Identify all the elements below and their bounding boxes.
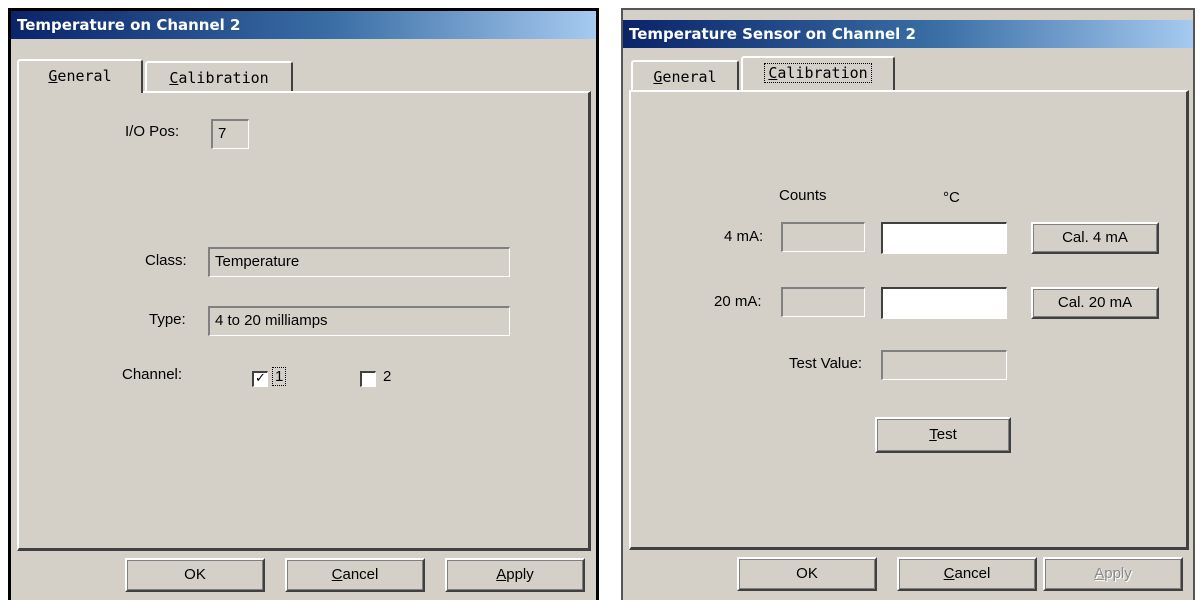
cal-20ma-button[interactable]: Cal. 20 mA: [1031, 287, 1159, 319]
test-button[interactable]: Test: [875, 417, 1011, 453]
channel-label: Channel:: [122, 366, 183, 383]
tab-calibration[interactable]: Calibration: [145, 61, 293, 91]
apply-button[interactable]: Apply: [445, 558, 585, 592]
20ma-counts-field: [781, 287, 865, 317]
channel-1-label: 1: [271, 367, 287, 386]
channel-1-checkbox[interactable]: ✓: [252, 371, 268, 387]
ok-button[interactable]: OK: [737, 557, 877, 591]
20ma-value-input[interactable]: [881, 287, 1007, 319]
tab-panel-general: I/O Pos: 7 Class: Temperature Type: 4 to…: [17, 91, 591, 551]
4ma-counts-field: [781, 222, 865, 252]
20ma-label: 20 mA:: [714, 293, 762, 310]
tab-general[interactable]: General: [631, 60, 739, 90]
calibration-dialog: Temperature Sensor on Channel 2 General …: [621, 8, 1195, 600]
counts-header: Counts: [779, 187, 827, 204]
class-label: Class:: [145, 252, 187, 269]
test-value-label: Test Value:: [789, 355, 863, 372]
cancel-button[interactable]: Cancel: [897, 557, 1037, 591]
cancel-button[interactable]: Cancel: [285, 558, 425, 592]
ok-button[interactable]: OK: [125, 558, 265, 592]
channel-2-label: 2: [383, 368, 392, 385]
channel-2-checkbox[interactable]: [360, 371, 376, 387]
class-field: Temperature: [208, 247, 510, 277]
general-dialog: Temperature on Channel 2 General Calibra…: [8, 8, 599, 600]
dialog-title: Temperature on Channel 2: [11, 11, 596, 39]
dialog-title: Temperature Sensor on Channel 2: [623, 20, 1193, 48]
tab-calibration[interactable]: Calibration: [741, 56, 895, 90]
io-pos-label: I/O Pos:: [125, 123, 180, 140]
celsius-header: °C: [943, 189, 960, 206]
4ma-value-input[interactable]: [881, 222, 1007, 254]
4ma-label: 4 mA:: [724, 228, 764, 245]
io-pos-field: 7: [211, 119, 249, 149]
apply-button: Apply: [1043, 557, 1183, 591]
tab-general[interactable]: General: [17, 59, 143, 93]
type-label: Type:: [149, 311, 186, 328]
cal-4ma-button[interactable]: Cal. 4 mA: [1031, 222, 1159, 254]
type-field: 4 to 20 milliamps: [208, 306, 510, 336]
test-value-field: [881, 350, 1007, 380]
tab-panel-calibration: Counts °C 4 mA: Cal. 4 mA 20 mA: Cal. 20…: [629, 90, 1189, 550]
